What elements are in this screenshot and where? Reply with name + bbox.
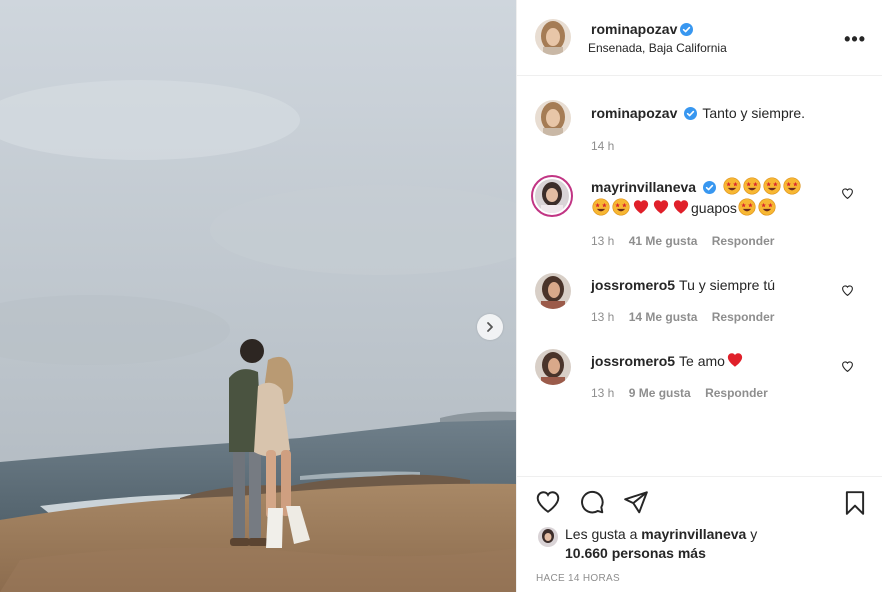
star-eyes-emoji: [783, 177, 801, 195]
likes-joiner: y: [750, 526, 758, 542]
star-eyes-emoji: [723, 177, 741, 195]
chevron-right-icon: [487, 322, 493, 332]
reply-button[interactable]: Responder: [712, 234, 775, 248]
post-header: rominapozav Ensenada, Baja California ••…: [517, 0, 882, 76]
commenter-avatar[interactable]: [535, 349, 571, 385]
post-sidebar: rominapozav Ensenada, Baja California ••…: [516, 0, 882, 592]
like-comment-heart-icon[interactable]: [841, 360, 854, 373]
author-avatar[interactable]: [535, 19, 571, 55]
star-eyes-emoji: [592, 198, 610, 216]
caption-text: Tanto y siempre.: [702, 105, 806, 121]
commenter-avatar[interactable]: [535, 273, 571, 309]
comment-text-block: jossromero5 Tu y siempre tú: [591, 275, 831, 296]
author-username[interactable]: rominapozav: [591, 21, 694, 37]
comment-meta: 13 h 41 Me gusta Responder: [591, 234, 785, 248]
comment-text-block: mayrinvillaneva guapos: [591, 177, 831, 219]
caption-time[interactable]: 14 h: [591, 139, 614, 153]
red-heart-emoji: [633, 200, 649, 214]
comment-likes[interactable]: 9 Me gusta: [629, 386, 691, 400]
verified-badge-icon: [680, 23, 694, 36]
like-comment-heart-icon[interactable]: [841, 284, 854, 297]
bookmark-icon[interactable]: [842, 489, 868, 517]
star-eyes-emoji: [743, 177, 761, 195]
caption-author-avatar[interactable]: [535, 100, 571, 136]
red-heart-emoji: [673, 200, 689, 214]
comment-text: guapos: [691, 200, 737, 216]
comments-list: rominapozav Tanto y siempre. 14 h mayrinv…: [517, 77, 882, 475]
commenter-avatar-story[interactable]: [531, 175, 573, 217]
author-username-text[interactable]: rominapozav: [591, 21, 677, 37]
star-eyes-emoji: [758, 198, 776, 216]
comment-likes[interactable]: 41 Me gusta: [629, 234, 698, 248]
comment-username[interactable]: jossromero5: [591, 277, 675, 293]
comment-time[interactable]: 13 h: [591, 234, 614, 248]
comment-time[interactable]: 13 h: [591, 386, 614, 400]
more-options-icon[interactable]: •••: [844, 29, 866, 50]
comment-likes[interactable]: 14 Me gusta: [629, 310, 698, 324]
carousel-next-button[interactable]: [477, 314, 503, 340]
likes-summary: Les gusta a mayrinvillaneva y 10.660 per…: [565, 525, 757, 563]
comment-meta: 13 h 14 Me gusta Responder: [591, 310, 785, 324]
paper-plane-icon[interactable]: [622, 489, 650, 515]
comment-username[interactable]: jossromero5: [591, 353, 675, 369]
red-heart-emoji: [727, 353, 743, 367]
star-eyes-emoji: [738, 198, 756, 216]
comment-bubble-icon[interactable]: [578, 489, 606, 515]
reply-button[interactable]: Responder: [712, 310, 775, 324]
star-eyes-emoji-group: [722, 177, 802, 195]
post-photo[interactable]: [0, 0, 516, 592]
star-eyes-emoji: [763, 177, 781, 195]
likes-prefix: Les gusta a: [565, 526, 638, 542]
emoji-group: [591, 198, 691, 216]
beach-couple-photo: [0, 0, 516, 592]
comment-username[interactable]: mayrinvillaneva: [591, 179, 696, 195]
caption-meta: 14 h: [591, 139, 625, 153]
post-location[interactable]: Ensenada, Baja California: [588, 41, 727, 55]
verified-badge-icon: [684, 107, 698, 120]
caption-text-block: rominapozav Tanto y siempre.: [591, 103, 831, 124]
like-comment-heart-icon[interactable]: [841, 187, 854, 200]
comment-text-block: jossromero5 Te amo: [591, 351, 831, 372]
post-actions: Les gusta a mayrinvillaneva y 10.660 per…: [517, 476, 882, 592]
comment-meta: 13 h 9 Me gusta Responder: [591, 386, 779, 400]
likes-others[interactable]: 10.660 personas más: [565, 545, 706, 561]
caption-username[interactable]: rominapozav: [591, 105, 677, 121]
post-timestamp[interactable]: HACE 14 HORAS: [536, 573, 620, 584]
comment-text: Tu y siempre tú: [679, 277, 776, 293]
star-eyes-emoji-group: [737, 198, 777, 216]
verified-badge-icon: [703, 181, 717, 194]
comment-time[interactable]: 13 h: [591, 310, 614, 324]
likes-user[interactable]: mayrinvillaneva: [641, 526, 746, 542]
red-heart-emoji: [653, 200, 669, 214]
liker-avatar[interactable]: [538, 527, 558, 547]
heart-outline-icon[interactable]: [534, 489, 562, 515]
comment-text: Te amo: [679, 353, 725, 369]
reply-button[interactable]: Responder: [705, 386, 768, 400]
star-eyes-emoji: [612, 198, 630, 216]
